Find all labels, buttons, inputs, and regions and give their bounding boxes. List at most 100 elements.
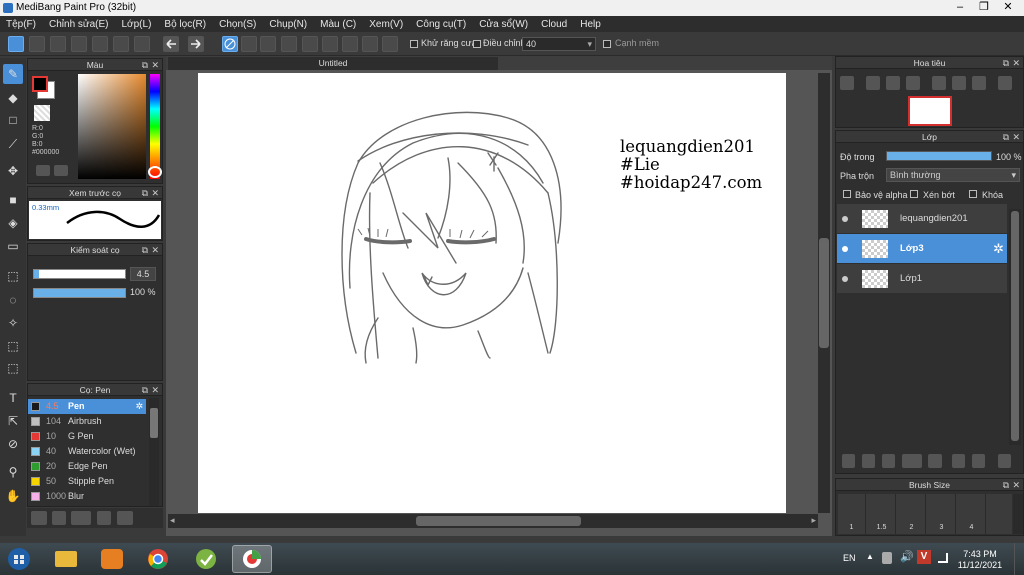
volume-icon[interactable]: 🔊 bbox=[900, 550, 914, 563]
new-8bit-layer-icon[interactable] bbox=[882, 454, 895, 468]
float-icon[interactable]: ⧉ bbox=[142, 384, 148, 396]
hue-handle[interactable] bbox=[148, 166, 162, 178]
magic-wand-tool-icon[interactable]: ✧ bbox=[3, 313, 23, 333]
new-halftone-layer-icon[interactable] bbox=[862, 454, 875, 468]
layer-item[interactable]: Lớp1 bbox=[837, 264, 1007, 293]
brush-item-blur[interactable]: 1000 Blur bbox=[28, 489, 146, 504]
edge-checkbox[interactable] bbox=[603, 40, 611, 48]
adjust-select[interactable]: 40 ▾ bbox=[522, 37, 596, 51]
circle-snap-icon[interactable] bbox=[362, 36, 378, 52]
move-tool-icon[interactable]: ✥ bbox=[3, 161, 23, 181]
menu-cloud[interactable]: Cloud bbox=[541, 19, 567, 30]
brush-size-cell[interactable]: 3 bbox=[928, 494, 956, 534]
signal-icon[interactable] bbox=[938, 553, 948, 563]
brush-opacity-slider[interactable] bbox=[33, 288, 126, 298]
hue-slider[interactable] bbox=[150, 74, 160, 179]
usb-icon[interactable] bbox=[882, 552, 892, 564]
transparent-color-swatch[interactable] bbox=[34, 105, 50, 121]
gradient-tool-icon[interactable]: ▭ bbox=[3, 236, 23, 256]
fit-screen-icon[interactable] bbox=[952, 76, 966, 90]
chrome-icon[interactable] bbox=[138, 545, 178, 573]
brush-size-cell[interactable]: 4 bbox=[958, 494, 986, 534]
material-icon[interactable] bbox=[113, 36, 129, 52]
zoom-out-icon[interactable] bbox=[906, 76, 920, 90]
document-icon[interactable] bbox=[71, 36, 87, 52]
add-layer-dropdown-icon[interactable] bbox=[902, 454, 922, 468]
close-icon[interactable]: ✕ bbox=[151, 244, 159, 256]
menu-edit[interactable]: Chỉnh sửa(E) bbox=[49, 19, 109, 30]
brush-size-slider[interactable] bbox=[33, 269, 126, 279]
app-icon[interactable] bbox=[186, 545, 226, 573]
brush-list-scrollbar[interactable] bbox=[149, 398, 159, 506]
rectangle-tool-icon[interactable]: □ bbox=[3, 110, 23, 130]
menu-select[interactable]: Chọn(S) bbox=[219, 19, 256, 30]
add-color-icon[interactable] bbox=[36, 165, 50, 176]
menu-file[interactable]: Tệp(F) bbox=[6, 19, 36, 30]
brush-item-stipple-pen[interactable]: 50 Stipple Pen bbox=[28, 474, 146, 489]
radial-snap-icon[interactable] bbox=[302, 36, 318, 52]
eye-icon[interactable] bbox=[842, 245, 848, 252]
blend-mode-select[interactable]: Bình thường ▾ bbox=[886, 168, 1020, 182]
language-indicator[interactable]: EN bbox=[843, 553, 856, 563]
antivirus-icon[interactable]: V bbox=[917, 550, 931, 564]
dropper-tool-icon[interactable]: ⊘ bbox=[3, 434, 23, 454]
close-icon[interactable]: ✕ bbox=[151, 59, 159, 71]
settings-icon[interactable] bbox=[382, 36, 398, 52]
float-icon[interactable]: ⧉ bbox=[1003, 57, 1009, 69]
menu-color[interactable]: Màu (C) bbox=[320, 19, 356, 30]
parallel-snap-icon[interactable] bbox=[241, 36, 257, 52]
grid-icon[interactable] bbox=[134, 36, 150, 52]
menu-snap[interactable]: Chụp(N) bbox=[269, 19, 307, 30]
folder-icon[interactable] bbox=[928, 454, 942, 468]
brush-item-g-pen[interactable]: 10 G Pen bbox=[28, 429, 146, 444]
new-layer-icon[interactable] bbox=[842, 454, 855, 468]
add-brush-icon[interactable] bbox=[71, 511, 91, 525]
scroll-thumb[interactable] bbox=[416, 516, 581, 526]
show-desktop-button[interactable] bbox=[1014, 543, 1024, 575]
bucket-tool-icon[interactable]: ◈ bbox=[3, 213, 23, 233]
antialias-checkbox[interactable] bbox=[410, 40, 418, 48]
text-tool-icon[interactable]: T bbox=[3, 388, 23, 408]
file-explorer-icon[interactable] bbox=[46, 545, 86, 573]
media-player-icon[interactable] bbox=[92, 545, 132, 573]
close-button[interactable]: ✕ bbox=[996, 0, 1020, 14]
fill-shape-tool-icon[interactable]: ■ bbox=[3, 190, 23, 210]
menu-help[interactable]: Help bbox=[580, 19, 601, 30]
foreground-color-swatch[interactable] bbox=[32, 76, 48, 92]
concentric-snap-icon[interactable] bbox=[322, 36, 338, 52]
zoom-in-icon[interactable] bbox=[840, 76, 854, 90]
canvas-horizontal-scrollbar[interactable]: ◂ ▸ bbox=[168, 514, 818, 528]
gear-icon[interactable]: ✲ bbox=[993, 241, 1004, 257]
gear-icon[interactable]: ✲ bbox=[135, 399, 143, 414]
fit-icon[interactable] bbox=[886, 76, 900, 90]
perspective-snap-icon[interactable] bbox=[281, 36, 297, 52]
brush-size-cell[interactable]: 1 bbox=[838, 494, 866, 534]
float-icon[interactable]: ⧉ bbox=[1003, 131, 1009, 143]
lasso-tool-icon[interactable]: ◌ bbox=[3, 290, 23, 310]
menu-view[interactable]: Xem(V) bbox=[369, 19, 403, 30]
brush-item-airbrush[interactable]: 104 Airbrush bbox=[28, 414, 146, 429]
pen-line-tool-icon[interactable]: ⟋ bbox=[3, 134, 23, 154]
navigator-thumbnail[interactable] bbox=[908, 96, 952, 126]
canvas-vertical-scrollbar[interactable] bbox=[818, 73, 830, 513]
adjust-checkbox[interactable] bbox=[473, 40, 481, 48]
float-icon[interactable]: ⧉ bbox=[142, 187, 148, 199]
select-pen-tool-icon[interactable]: ⬚ bbox=[3, 336, 23, 356]
layer-opacity-slider[interactable] bbox=[886, 151, 992, 161]
zoom-in-icon[interactable] bbox=[866, 76, 880, 90]
eraser-tool-icon[interactable]: ◆ bbox=[3, 88, 23, 108]
layer-item[interactable]: lequangdien201 bbox=[837, 204, 1007, 233]
palette-icon[interactable] bbox=[54, 165, 68, 176]
flip-icon[interactable] bbox=[998, 76, 1012, 90]
close-icon[interactable]: ✕ bbox=[1012, 131, 1020, 143]
cloud-icon[interactable] bbox=[8, 36, 24, 52]
lock-checkbox[interactable] bbox=[969, 190, 977, 198]
operation-tool-icon[interactable]: ⇱ bbox=[3, 411, 23, 431]
menu-window[interactable]: Cửa sổ(W) bbox=[479, 19, 528, 30]
duplicate-layer-icon[interactable] bbox=[952, 454, 965, 468]
brush-size-cell[interactable]: 2 bbox=[898, 494, 926, 534]
close-icon[interactable]: ✕ bbox=[151, 384, 159, 396]
close-icon[interactable]: ✕ bbox=[1012, 479, 1020, 491]
brush-item-pen[interactable]: 4.5 Pen ✲ bbox=[28, 399, 146, 414]
menu-tools[interactable]: Công cụ(T) bbox=[416, 19, 466, 30]
